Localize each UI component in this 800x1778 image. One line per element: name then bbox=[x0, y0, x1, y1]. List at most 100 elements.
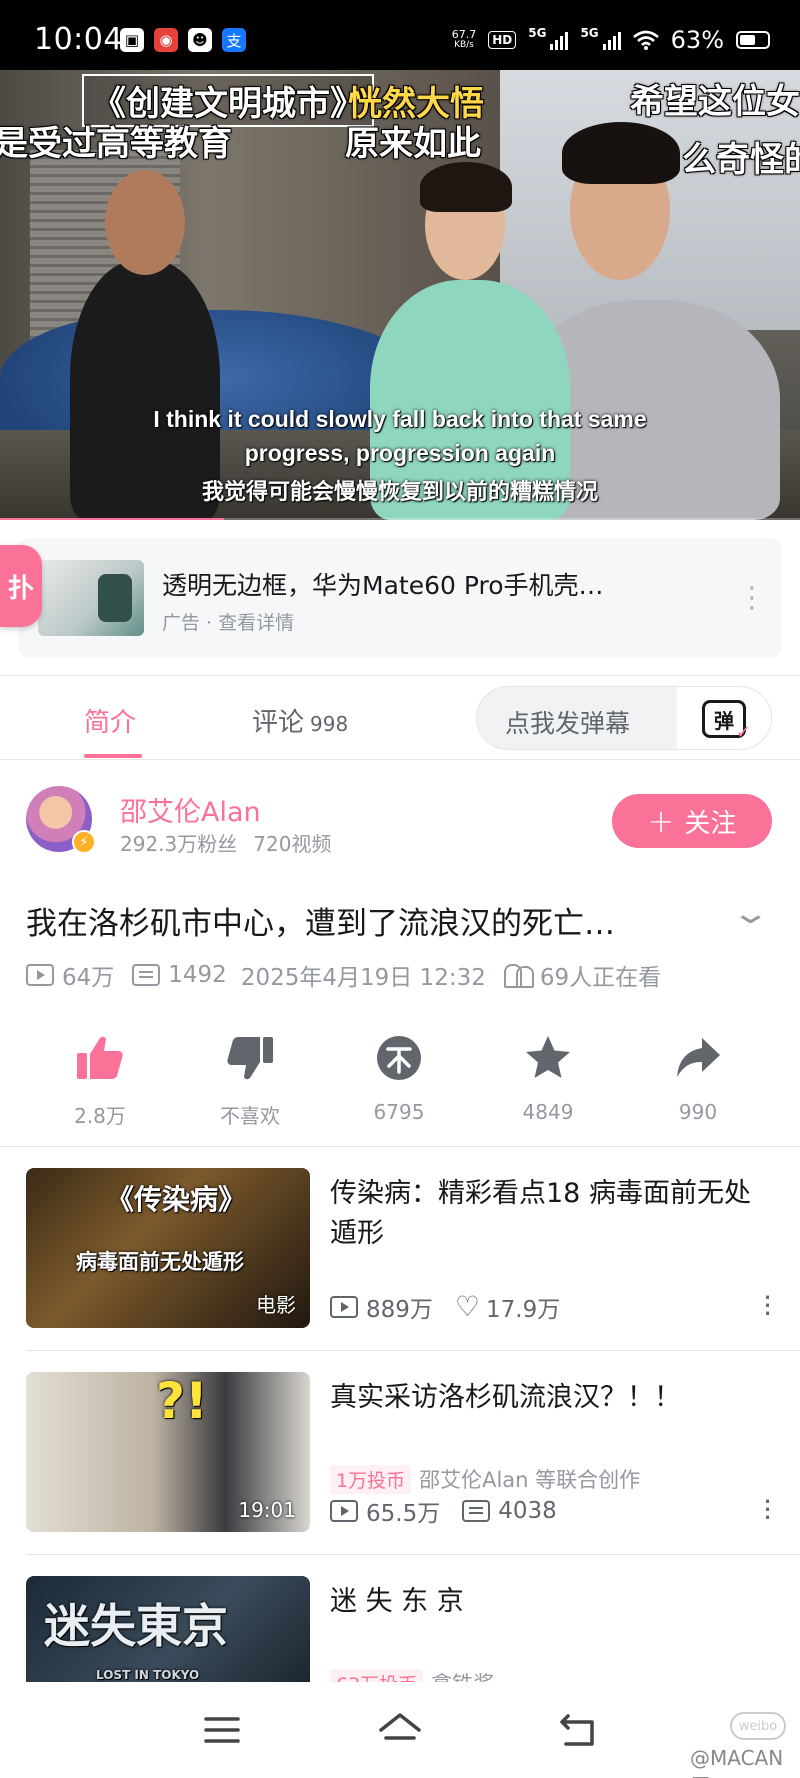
follow-label: 关注 bbox=[684, 808, 737, 839]
danmaku-count: 1492 bbox=[168, 962, 227, 988]
danmaku-count: 4038 bbox=[498, 1498, 557, 1524]
net-speed: 67.7 KB/s bbox=[451, 28, 477, 50]
wifi-icon bbox=[632, 30, 659, 50]
verified-badge-icon: ⚡ bbox=[72, 830, 96, 854]
coin-count: 6795 bbox=[373, 1100, 425, 1124]
recommended-title: 传染病：精彩看点18 病毒面前无处遁形 bbox=[330, 1178, 751, 1249]
danmaku-toggle-button[interactable]: 弹 bbox=[677, 687, 771, 749]
thumbnail-title: ?! bbox=[156, 1372, 208, 1430]
recommended-title: 迷 失 东 京 bbox=[330, 1586, 464, 1617]
menu-icon bbox=[204, 1717, 240, 1743]
alipay-icon: 支 bbox=[222, 28, 246, 52]
like-button[interactable]: 2.8万 bbox=[40, 1030, 160, 1129]
more-vertical-icon[interactable]: · · · bbox=[748, 576, 756, 622]
like-count: 17.9万 bbox=[486, 1297, 561, 1323]
play-count-icon bbox=[330, 1296, 358, 1318]
danmaku-count-icon bbox=[132, 964, 161, 986]
share-button[interactable]: 990 bbox=[638, 1030, 758, 1124]
system-nav-bar bbox=[0, 1682, 800, 1778]
watermark: @MACAN辰 bbox=[690, 1746, 784, 1778]
ad-subtitle: 广告 · 查看详情 bbox=[162, 612, 295, 634]
video-title[interactable]: 我在洛杉矶市中心，遭到了流浪汉的死亡… bbox=[26, 898, 726, 943]
plus-icon: + bbox=[647, 802, 675, 840]
watching-count: 69人正在看 bbox=[539, 965, 662, 991]
hd-icon: HD bbox=[488, 31, 517, 49]
tab-intro[interactable]: 简介 bbox=[84, 702, 136, 739]
thumbnail-title: 《传染病》 bbox=[106, 1183, 247, 1216]
weibo-watermark-logo: weibo bbox=[730, 1712, 786, 1740]
signal-icon bbox=[602, 30, 621, 50]
recommended-video[interactable]: ?! 19:01 真实采访洛杉矶流浪汉？！！ 1万投币 邵艾伦Alan 等联合创… bbox=[26, 1372, 776, 1534]
floating-side-tab[interactable]: 扑 bbox=[0, 545, 42, 627]
divider bbox=[0, 1146, 800, 1147]
video-duration: 19:01 bbox=[238, 1498, 296, 1522]
ad-title: 透明无边框，华为Mate60 Pro手机壳… bbox=[162, 571, 604, 600]
subtitle-english: I think it could slowly fall back into t… bbox=[153, 406, 647, 432]
network-type: 5G bbox=[580, 26, 599, 40]
heart-icon: ♡ bbox=[454, 1290, 481, 1323]
battery-level bbox=[740, 35, 755, 45]
more-vertical-icon[interactable]: · · · bbox=[763, 1488, 772, 1532]
status-bar: 10:04 ▣ ◉ ☻ 支 67.7 KB/s HD 5G 5G 63% bbox=[0, 0, 800, 70]
recommended-video[interactable]: 《传染病》 病毒面前无处遁形 电影 传染病：精彩看点18 病毒面前无处遁形 88… bbox=[26, 1168, 776, 1330]
share-icon bbox=[677, 1038, 720, 1077]
play-count-icon bbox=[26, 964, 54, 986]
danmaku-input[interactable]: 点我发弹幕 弹 bbox=[476, 686, 772, 750]
thumbnail-title: 迷失東京 bbox=[44, 1599, 228, 1653]
dislike-label: 不喜欢 bbox=[220, 1104, 280, 1128]
view-count: 64万 bbox=[62, 965, 115, 991]
home-button[interactable] bbox=[370, 1706, 430, 1754]
dislike-button[interactable]: 不喜欢 bbox=[190, 1030, 310, 1129]
video-caption: 希望这位女 bbox=[630, 82, 800, 122]
video-progress-fill bbox=[0, 518, 224, 520]
network-type: 5G bbox=[528, 26, 547, 40]
menu-button[interactable] bbox=[192, 1706, 252, 1754]
action-icon-wrap bbox=[339, 1030, 459, 1086]
notification-icons: ▣ ◉ ☻ 支 bbox=[120, 28, 246, 52]
back-button[interactable] bbox=[548, 1706, 608, 1754]
coin-icon bbox=[377, 1036, 421, 1080]
thumbs-down-icon bbox=[227, 1037, 273, 1080]
chevron-down-icon[interactable]: ⌄ bbox=[730, 896, 770, 931]
share-count: 990 bbox=[678, 1100, 718, 1124]
danmaku-count-icon bbox=[462, 1500, 491, 1522]
view-count: 889万 bbox=[366, 1297, 433, 1323]
video-thumbnail: 《传染病》 病毒面前无处遁形 电影 bbox=[26, 1168, 310, 1328]
recommended-stats: 65.5万 4038 bbox=[330, 1494, 557, 1528]
like-count: 2.8万 bbox=[74, 1104, 126, 1128]
video-caption: 原来如此 bbox=[345, 124, 481, 164]
video-player[interactable]: 《创建文明城市》 恍然大悟 是受过高等教育 原来如此 希望这位女 么奇怪的 I … bbox=[0, 70, 800, 520]
play-count-icon bbox=[330, 1500, 358, 1522]
video-progress-bar[interactable] bbox=[0, 518, 800, 520]
detail-tabs: 简介 评论 998 点我发弹幕 弹 bbox=[0, 676, 800, 760]
back-icon bbox=[560, 1714, 594, 1746]
video-caption: 是受过高等教育 bbox=[0, 124, 232, 164]
thumbnail-badge: 电影 bbox=[256, 1293, 296, 1317]
status-time: 10:04 bbox=[34, 22, 123, 57]
status-right: 67.7 KB/s HD 5G 5G 63% bbox=[452, 26, 770, 54]
favorite-count: 4849 bbox=[522, 1100, 574, 1124]
fans-count: 292.3万粉丝 bbox=[120, 832, 238, 856]
coin-button[interactable]: 6795 bbox=[339, 1030, 459, 1124]
danmaku-icon: 弹 bbox=[702, 700, 751, 743]
thumbs-up-icon bbox=[77, 1036, 123, 1079]
battery-icon bbox=[736, 31, 770, 49]
more-vertical-icon[interactable]: · · · bbox=[763, 1284, 772, 1328]
video-detail-page: 10:04 ▣ ◉ ☻ 支 67.7 KB/s HD 5G 5G 63% 《创建… bbox=[0, 0, 800, 1778]
comments-count: 998 bbox=[310, 712, 349, 736]
divider bbox=[26, 1350, 800, 1351]
favorite-button[interactable]: 4849 bbox=[488, 1030, 608, 1124]
video-meta: 64万 1492 2025年4月19日 12:32 69人正在看 bbox=[26, 958, 661, 992]
subtitle-english: progress, progression again bbox=[244, 440, 556, 466]
video-person bbox=[562, 122, 680, 184]
video-caption: 么奇怪的 bbox=[682, 140, 800, 180]
video-count: 720视频 bbox=[253, 832, 332, 856]
ad-card[interactable]: 透明无边框，华为Mate60 Pro手机壳… 广告 · 查看详情 · · · bbox=[18, 538, 782, 658]
signal-icon bbox=[550, 30, 569, 50]
uploader-name[interactable]: 邵艾伦Alan bbox=[120, 790, 261, 829]
follow-button[interactable]: + 关注 bbox=[612, 794, 772, 848]
recommended-author: 1万投币 邵艾伦Alan 等联合创作 bbox=[330, 1464, 640, 1494]
android-icon: ☻ bbox=[188, 28, 212, 52]
ad-thumbnail bbox=[38, 560, 144, 636]
tab-comments[interactable]: 评论 998 bbox=[252, 702, 348, 739]
